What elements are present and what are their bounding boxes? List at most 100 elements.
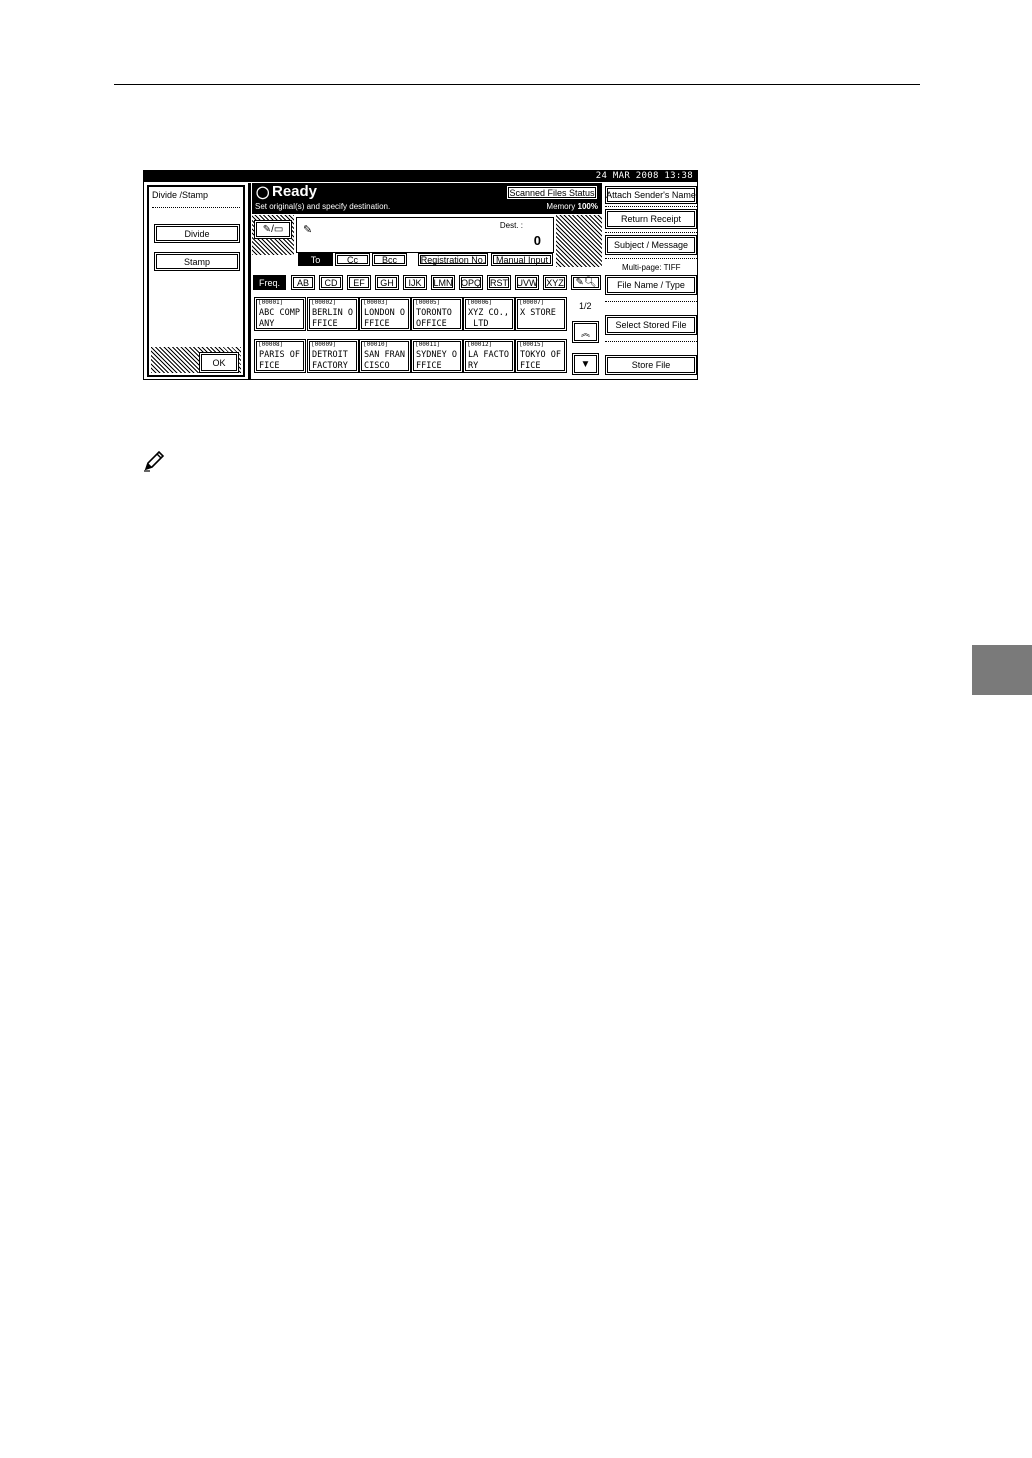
- directory-entry[interactable]: [00008] PARIS OF FICE: [254, 339, 306, 373]
- tab-lmn[interactable]: LMN: [431, 275, 455, 290]
- entry-name-line2: CISCO: [364, 361, 390, 371]
- tab-cd[interactable]: CD: [319, 275, 343, 290]
- right-separator: [605, 341, 697, 342]
- directory-entry[interactable]: [00005] TORONTO OFFICE: [411, 297, 463, 331]
- tab-gh[interactable]: GH: [375, 275, 399, 290]
- entry-id: [00005]: [415, 299, 441, 306]
- entry-name-line2: FACTORY: [312, 361, 348, 371]
- triangle-down-icon: ▼: [580, 358, 591, 370]
- dither-right: [556, 215, 602, 267]
- tab-freq[interactable]: Freq.: [253, 275, 286, 290]
- status-title: Ready: [272, 183, 318, 200]
- entry-id: [00007]: [519, 299, 545, 306]
- entry-name-line1: SAN FRAN: [364, 350, 405, 360]
- entry-name-line1: TORONTO: [416, 308, 452, 318]
- entry-name-line1: ABC COMP: [259, 308, 300, 318]
- divide-button[interactable]: Divide: [154, 224, 240, 243]
- page-indicator: 1/2: [579, 301, 592, 311]
- entry-name-line1: TOKYO OF: [520, 350, 561, 360]
- entry-id: [00010]: [363, 341, 389, 348]
- dest-count: 0: [533, 233, 541, 248]
- manual-input-button[interactable]: Manual Input: [491, 253, 553, 266]
- stamp-button[interactable]: Stamp: [154, 252, 240, 271]
- entry-name-line1: BERLIN O: [312, 308, 353, 318]
- page-up-button[interactable]: ︽: [572, 321, 599, 343]
- entry-id: [00015]: [519, 341, 545, 348]
- entry-id: [00006]: [467, 299, 493, 306]
- right-separator: [605, 258, 697, 259]
- entry-name-line1: XYZ CO.,: [468, 308, 509, 318]
- entry-name-line2: FFICE: [416, 361, 442, 371]
- entry-name-line2: FICE: [259, 361, 280, 371]
- right-separator: [605, 301, 697, 302]
- tab-ijk[interactable]: IJK: [403, 275, 427, 290]
- pencil-icon: ✎: [303, 224, 313, 236]
- tab-uvw[interactable]: UVW: [515, 275, 539, 290]
- ok-button[interactable]: OK: [199, 352, 239, 373]
- directory-entry[interactable]: [00011] SYDNEY O FFICE: [411, 339, 463, 373]
- entry-name-line2: RY: [468, 361, 479, 371]
- datetime: 24 MAR 2008 13:38: [595, 171, 693, 181]
- chapter-edge-tab: [972, 645, 1032, 695]
- entry-name-line1: PARIS OF: [259, 350, 300, 360]
- directory-entry[interactable]: [00007] X STORE: [515, 297, 567, 331]
- tab-bcc[interactable]: Bcc: [372, 253, 407, 266]
- entry-name-line2: FICE: [520, 361, 541, 371]
- panel-divider: [248, 183, 251, 379]
- entry-name-line1: DETROIT: [312, 350, 348, 360]
- search-destination-button[interactable]: ✎🔍︎: [571, 275, 601, 290]
- directory-entry[interactable]: [00015] TOKYO OF FICE: [515, 339, 567, 373]
- entry-name-line1: LONDON O: [364, 308, 405, 318]
- entry-name-line1: LA FACTO: [468, 350, 509, 360]
- store-file-button[interactable]: Store File: [605, 355, 697, 375]
- tab-ab[interactable]: AB: [291, 275, 315, 290]
- select-stored-file-button[interactable]: Select Stored File: [605, 315, 697, 335]
- file-name-type-button[interactable]: File Name / Type: [605, 275, 697, 295]
- mode-switch-button[interactable]: ✎/▭: [254, 220, 292, 239]
- multipage-label: Multi-page: TIFF: [622, 263, 681, 272]
- tab-to[interactable]: To: [298, 253, 333, 266]
- entry-name-line2: FFICE: [312, 319, 338, 329]
- entry-id: [00001]: [258, 299, 284, 306]
- directory-entry[interactable]: [00006] XYZ CO., LTD: [463, 297, 515, 331]
- ready-icon: ◯: [256, 185, 270, 199]
- tab-ef[interactable]: EF: [347, 275, 371, 290]
- right-separator: [605, 206, 697, 207]
- entry-name-line2: ANY: [259, 319, 275, 329]
- right-separator: [605, 232, 697, 233]
- destination-field: ✎ Dest. : 0: [296, 217, 554, 253]
- subject-message-button[interactable]: Subject / Message: [605, 235, 697, 255]
- return-receipt-button[interactable]: Return Receipt: [605, 209, 697, 229]
- page-down-button[interactable]: ▼: [572, 353, 599, 375]
- pencil-note-icon: [144, 450, 165, 472]
- scanned-files-status-button[interactable]: Scanned Files Status: [506, 185, 598, 200]
- entry-name-line1: SYDNEY O: [416, 350, 457, 360]
- directory-entry[interactable]: [00009] DETROIT FACTORY: [307, 339, 359, 373]
- panel-separator: [152, 207, 240, 208]
- attach-sender-name-button[interactable]: Attach Sender's Name: [605, 186, 697, 204]
- directory-entry[interactable]: [00002] BERLIN O FFICE: [307, 297, 359, 331]
- entry-id: [00011]: [415, 341, 441, 348]
- instruction-text: Set original(s) and specify destination.: [255, 202, 391, 211]
- directory-entry[interactable]: [00012] LA FACTO RY: [463, 339, 515, 373]
- entry-name-line2: OFFICE: [416, 319, 447, 329]
- double-chevron-up-icon: ︽: [580, 327, 590, 338]
- entry-id: [00003]: [363, 299, 389, 306]
- entry-name-line2: FFICE: [364, 319, 390, 329]
- directory-entry[interactable]: [00001] ABC COMP ANY: [254, 297, 306, 331]
- entry-id: [00009]: [311, 341, 337, 348]
- registration-no-button[interactable]: Registration No.: [418, 253, 488, 266]
- entry-id: [00002]: [311, 299, 337, 306]
- entry-id: [00012]: [467, 341, 493, 348]
- tab-rst[interactable]: RST: [487, 275, 511, 290]
- tab-xyz[interactable]: XYZ: [543, 275, 567, 290]
- header-rule: [114, 84, 920, 85]
- scanner-screen: 24 MAR 2008 13:38 Divide /Stamp Divide S…: [143, 170, 698, 380]
- divide-stamp-panel: Divide /Stamp Divide Stamp OK: [147, 185, 245, 377]
- search-icon: ✎🔍︎: [575, 277, 597, 288]
- tab-opq[interactable]: OPQ: [459, 275, 483, 290]
- tab-cc[interactable]: Cc: [335, 253, 370, 266]
- directory-entry[interactable]: [00003] LONDON O FFICE: [359, 297, 411, 331]
- memory-indicator: Memory 100%: [546, 202, 598, 211]
- directory-entry[interactable]: [00010] SAN FRAN CISCO: [359, 339, 411, 373]
